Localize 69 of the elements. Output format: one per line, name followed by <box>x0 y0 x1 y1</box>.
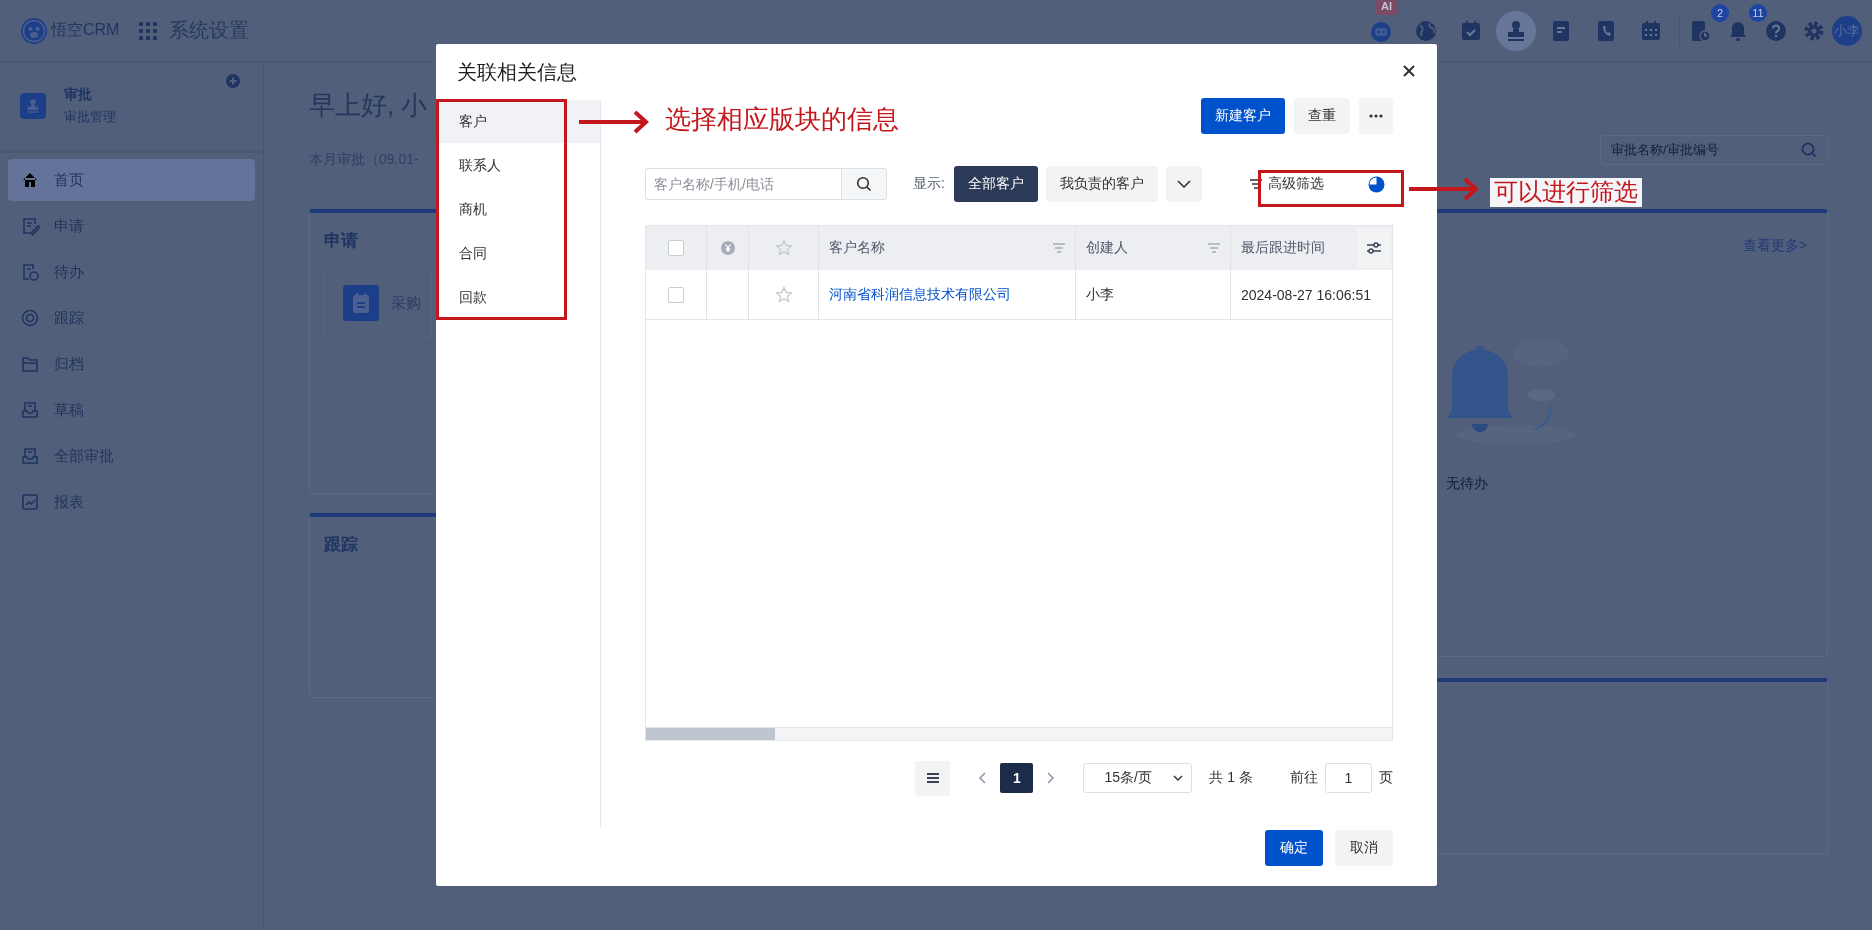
column-header: 创建人 <box>1086 239 1128 257</box>
category-tab[interactable]: 客户 <box>436 100 600 143</box>
currency-icon <box>720 241 735 255</box>
total-count: 共 1 条 <box>1209 769 1253 787</box>
clock-document-icon <box>20 262 40 282</box>
filter-icon[interactable] <box>1208 243 1220 253</box>
star-icon[interactable] <box>774 285 793 304</box>
category-tab[interactable]: 合同 <box>436 232 600 275</box>
column-header: 客户名称 <box>829 239 885 257</box>
goto-label: 前往 <box>1290 769 1318 787</box>
count-badge: 2 <box>1711 3 1729 22</box>
filter-icon <box>1249 179 1262 189</box>
annotation-arrow <box>1409 177 1481 201</box>
stamp-button[interactable] <box>1496 10 1536 51</box>
folder-icon <box>20 354 40 374</box>
page-size-select[interactable]: 15条/页 <box>1083 763 1193 793</box>
dialog-title: 关联相关信息 <box>457 59 577 85</box>
page-suffix: 页 <box>1379 769 1393 787</box>
category-tab[interactable]: 商机 <box>436 188 600 231</box>
chevron-down-icon <box>1173 775 1184 781</box>
pie-chart-icon[interactable] <box>1368 175 1385 193</box>
app-grid-icon[interactable] <box>139 21 158 40</box>
page-button[interactable]: 1 <box>1000 763 1034 793</box>
count-badge: 11 <box>1749 3 1767 22</box>
annotation-arrow <box>579 110 651 134</box>
calendar-check-icon <box>1459 18 1483 43</box>
empty-state-text: 无待办 <box>1445 475 1488 493</box>
filter-icon[interactable] <box>1053 243 1065 253</box>
row-checkbox[interactable] <box>668 286 684 303</box>
ai-badge: AI <box>1375 0 1398 15</box>
globe-icon <box>1414 18 1438 43</box>
cancel-button[interactable]: 取消 <box>1335 830 1393 866</box>
search-field[interactable]: 客户名称/手机/电话 <box>645 168 841 200</box>
page-input[interactable]: 1 <box>1325 763 1372 793</box>
edit-icon <box>20 216 40 236</box>
scope-button[interactable]: 我负责的客户 <box>1045 166 1158 202</box>
table-cell: 2024-08-27 16:06:51 <box>1241 286 1371 303</box>
search-icon[interactable] <box>841 168 887 200</box>
select-all-checkbox[interactable] <box>668 240 684 256</box>
target-icon <box>20 308 40 328</box>
chevron-down-icon[interactable] <box>1165 166 1202 202</box>
list-icon[interactable] <box>915 760 951 796</box>
advanced-filter-button[interactable]: 高级筛选 <box>1249 175 1324 193</box>
column-header: 最后跟进时间 <box>1241 239 1325 257</box>
scope-button[interactable]: 全部客户 <box>953 166 1038 202</box>
scope-label: 显示: <box>913 175 945 193</box>
form-icon <box>343 285 379 321</box>
customer-name-link[interactable]: 河南省科润信息技术有限公司 <box>829 285 1011 304</box>
table-cell: 小李 <box>1086 285 1114 304</box>
horizontal-scrollbar[interactable] <box>646 727 1392 740</box>
category-tab[interactable]: 联系人 <box>436 144 600 187</box>
more-icon[interactable] <box>1359 98 1393 134</box>
annotation-text: 可以进行筛选 <box>1490 178 1642 207</box>
stamp-icon <box>20 93 46 119</box>
add-icon[interactable] <box>226 74 240 88</box>
annotation-text: 选择相应版块的信息 <box>665 104 899 136</box>
duplicate-check-button[interactable]: 查重 <box>1294 98 1350 134</box>
calendar-icon <box>1639 18 1663 43</box>
column-settings-icon[interactable] <box>1357 228 1391 268</box>
new-customer-button[interactable]: 新建客户 <box>1201 98 1285 134</box>
monkey-logo-icon <box>20 16 48 45</box>
search-icon <box>1801 142 1817 158</box>
inbox-icon <box>20 400 40 420</box>
category-tab[interactable]: 回款 <box>436 276 600 319</box>
inbox-icon <box>20 446 40 466</box>
chart-icon <box>20 492 40 512</box>
help-icon[interactable] <box>1764 18 1788 43</box>
star-icon[interactable] <box>774 239 793 257</box>
confirm-button[interactable]: 确定 <box>1265 830 1323 866</box>
